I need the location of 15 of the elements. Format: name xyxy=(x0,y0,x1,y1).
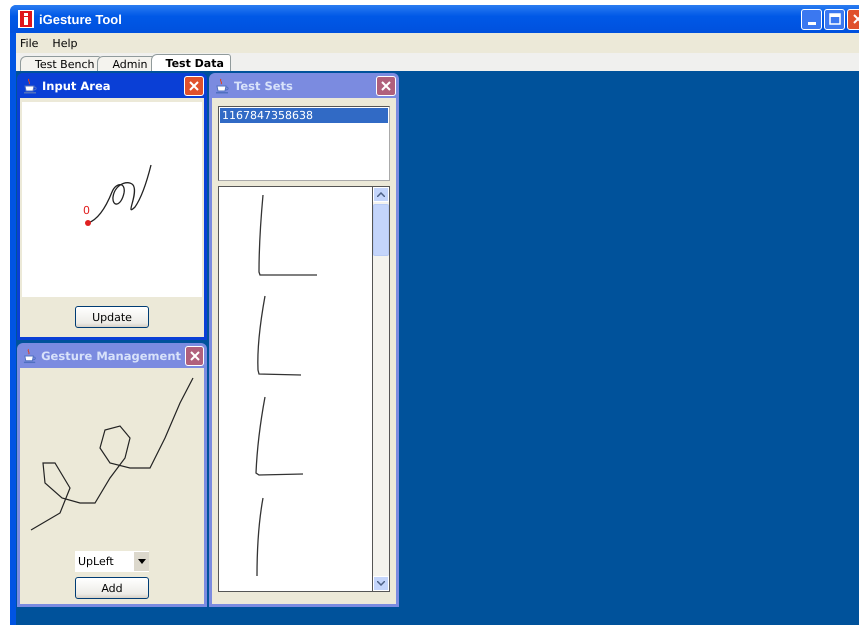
tab[interactable]: Test Bench xyxy=(20,56,102,71)
list-item[interactable]: 1167847358638 xyxy=(220,108,388,123)
drawing-canvas[interactable]: 0 xyxy=(22,102,202,297)
window-title: iGesture Tool xyxy=(39,12,122,26)
menu-item[interactable]: Help xyxy=(52,36,78,50)
menu-item[interactable]: File xyxy=(20,36,38,50)
update-button[interactable]: Update xyxy=(75,306,149,328)
frame-title: Input Area xyxy=(42,78,111,92)
gesture-dropdown[interactable]: UpLeft xyxy=(75,551,149,572)
add-button[interactable]: Add xyxy=(75,577,149,599)
start-point-label: 0 xyxy=(83,205,90,217)
frame-title: Gesture Management xyxy=(41,348,182,362)
tab[interactable]: Test Data xyxy=(150,54,231,71)
frame-title: Test Sets xyxy=(234,78,293,92)
tab[interactable]: Admin xyxy=(97,56,155,71)
